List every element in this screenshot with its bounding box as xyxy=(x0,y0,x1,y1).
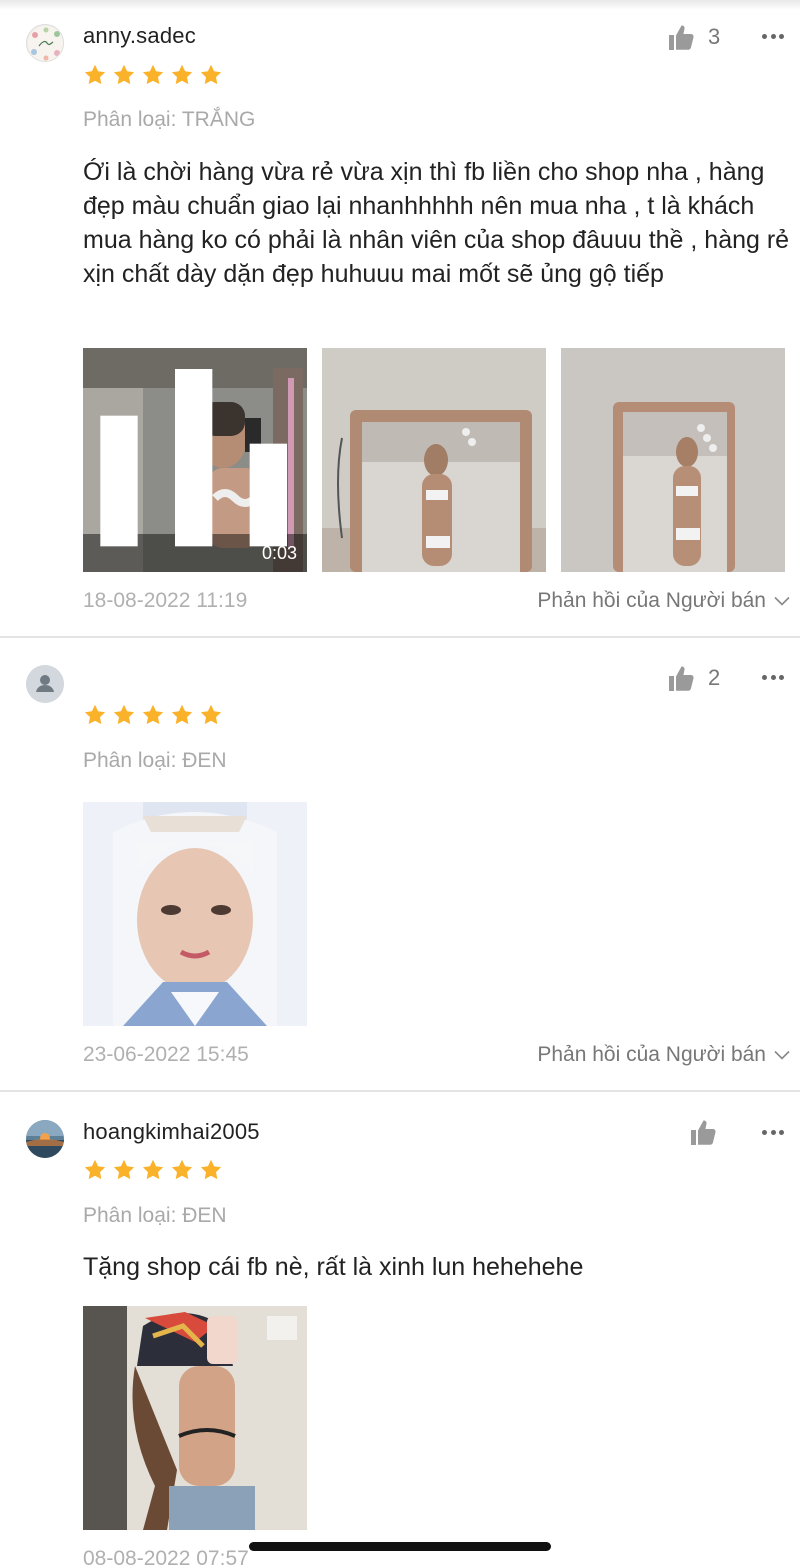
avatar[interactable] xyxy=(26,665,64,703)
star-icon xyxy=(170,63,194,87)
review-comment: Ới là chời hàng vừa rẻ vừa xịn thì fb li… xyxy=(83,158,790,288)
like-button[interactable]: 2 xyxy=(666,663,720,693)
star-icon xyxy=(199,1158,223,1182)
username[interactable]: hoangkimhai2005 xyxy=(83,1119,260,1145)
video-duration: 0:03 xyxy=(261,543,297,563)
star-icon xyxy=(112,703,136,727)
chevron-down-icon xyxy=(774,596,790,606)
like-count: 2 xyxy=(708,665,721,690)
divider xyxy=(0,1090,800,1092)
star-icon xyxy=(170,1158,194,1182)
review-comment: Tặng shop cái fb nè, rất là xinh lun heh… xyxy=(83,1253,584,1281)
variation-label: Phân loại: ĐEN xyxy=(83,749,227,772)
seller-reply-toggle[interactable]: Phản hồi của Người bán xyxy=(537,589,790,613)
thumbs-up-icon xyxy=(666,663,696,693)
like-button[interactable]: 3 xyxy=(666,22,720,52)
review-datetime: 23-06-2022 15:45 xyxy=(83,1043,249,1066)
star-icon xyxy=(112,63,136,87)
seller-reply-label: Phản hồi của Người bán xyxy=(537,589,766,612)
star-rating xyxy=(83,703,223,727)
star-rating xyxy=(83,1158,223,1182)
default-user-icon xyxy=(26,665,64,703)
more-options-button[interactable] xyxy=(762,673,784,681)
star-icon xyxy=(83,703,107,727)
star-icon xyxy=(83,63,107,87)
review-photo[interactable] xyxy=(561,348,785,572)
thumbs-up-icon xyxy=(688,1117,718,1147)
avatar[interactable] xyxy=(26,1120,64,1158)
review-photo[interactable] xyxy=(83,1306,307,1530)
star-icon xyxy=(199,63,223,87)
star-icon xyxy=(141,703,165,727)
review-photo[interactable] xyxy=(83,802,307,1026)
more-options-button[interactable] xyxy=(762,1128,784,1136)
review-video[interactable]: 0:03 xyxy=(83,348,307,572)
like-button[interactable] xyxy=(688,1117,730,1147)
star-rating xyxy=(83,63,223,87)
star-icon xyxy=(170,703,194,727)
more-dots-icon xyxy=(762,674,767,680)
star-icon xyxy=(112,1158,136,1182)
star-icon xyxy=(83,1158,107,1182)
chevron-down-icon xyxy=(774,1050,790,1060)
top-shadow xyxy=(0,0,800,10)
like-count: 3 xyxy=(708,24,721,49)
star-icon xyxy=(141,63,165,87)
star-icon xyxy=(141,1158,165,1182)
seller-reply-label: Phản hồi của Người bán xyxy=(537,1043,766,1066)
more-dots-icon xyxy=(762,1129,767,1135)
video-bars-icon xyxy=(100,369,287,547)
review-photo[interactable] xyxy=(322,348,546,572)
divider xyxy=(0,636,800,638)
more-options-button[interactable] xyxy=(762,32,784,40)
username[interactable]: anny.sadec xyxy=(83,23,196,49)
avatar[interactable] xyxy=(26,24,64,62)
more-dots-icon xyxy=(762,33,767,39)
variation-label: Phân loại: ĐEN xyxy=(83,1204,227,1227)
home-indicator[interactable] xyxy=(249,1542,551,1551)
review-datetime: 08-08-2022 07:57 xyxy=(83,1547,249,1568)
review-datetime: 18-08-2022 11:19 xyxy=(83,589,248,612)
seller-reply-toggle[interactable]: Phản hồi của Người bán xyxy=(537,1043,790,1067)
thumbs-up-icon xyxy=(666,22,696,52)
variation-label: Phân loại: TRẮNG xyxy=(83,108,256,131)
star-icon xyxy=(199,703,223,727)
